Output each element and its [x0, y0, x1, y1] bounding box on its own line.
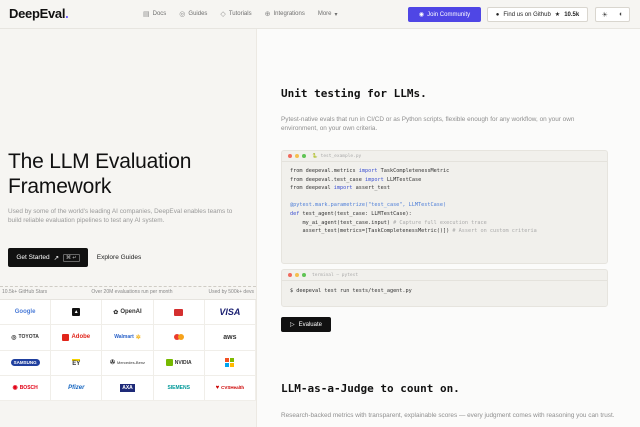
logo-google: Google — [0, 300, 52, 326]
logo-cvs: ♥ CVSHealth — [204, 375, 256, 401]
play-icon: ▷ — [290, 322, 295, 328]
logo-adobe: Adobe — [51, 325, 103, 351]
bosch-icon: ◉ — [12, 385, 18, 392]
star-icon: ★ — [554, 12, 561, 18]
nav-link-docs[interactable]: ▤ Docs — [143, 10, 166, 18]
code-editor: 🐍 test_example.py from deepeval.metrics … — [281, 150, 608, 264]
code-line: assert_test(metrics=[TaskCompletenessMet… — [290, 228, 537, 235]
features-panel: Unit testing for LLMs. Pytest-native eva… — [256, 29, 640, 427]
brand-logo[interactable]: DeepEval. — [9, 6, 69, 21]
logo-ey: EY — [51, 350, 103, 376]
heart-icon: ♥ — [215, 384, 220, 391]
logo-bosch: ◉ BOSCH — [0, 375, 52, 401]
top-navbar: DeepEval. ▤ Docs ◎ Guides ◇ Tutorials ⊕ Inte… — [0, 0, 640, 29]
logo-red-brand — [153, 300, 205, 326]
logo-walmart: Walmart ✲ — [102, 325, 154, 351]
mercedes-icon: ✇ — [109, 360, 115, 367]
toyota-icon: ◎ — [11, 334, 17, 341]
code-line: from deepeval import assert_test — [290, 185, 390, 192]
logo-nvidia: NVIDIA — [153, 350, 205, 376]
code-line: my_ai_agent(test_case.input) # Capture f… — [290, 219, 487, 226]
discord-icon: ◉ — [418, 12, 425, 18]
customer-logos-grid: Google ▲ ✿ OpenAI VISA ◎ TOYOTA Adobe Walm… — [0, 299, 256, 401]
code-line: from deepeval.metrics import TaskComplet… — [290, 168, 450, 174]
github-icon: ● — [495, 11, 500, 18]
nav-link-guides[interactable]: ◎ Guides — [179, 10, 207, 18]
graduation-icon: ◇ — [220, 11, 226, 18]
logo-openai: ✿ OpenAI — [102, 300, 154, 326]
logo-aws: aws — [204, 325, 256, 351]
python-file-icon: 🐍 — [312, 153, 318, 159]
terminal-titlebar: terminal — pytest — [282, 270, 607, 281]
editor-filename: test_example.py — [320, 153, 362, 159]
openai-icon: ✿ — [113, 309, 119, 316]
code-line: from deepeval.test_case import LLMTestCa… — [290, 176, 422, 183]
evaluate-button[interactable]: ▷ Evaluate — [281, 317, 331, 332]
github-button[interactable]: ● Find us on Github ★ 10.5k — [487, 7, 588, 22]
logo-vercel: ▲ — [51, 300, 103, 326]
stat-evaluations: Over 20M evaluations run per month — [91, 289, 173, 295]
theme-toggle[interactable]: ☀ ◐ — [595, 7, 630, 22]
logo-visa: VISA — [204, 300, 256, 326]
nav-links: ▤ Docs ◎ Guides ◇ Tutorials ⊕ Integrations M… — [143, 10, 338, 18]
document-icon: ▤ — [143, 11, 150, 18]
logo-samsung: SAMSUNG — [0, 350, 52, 376]
code-content: from deepeval.metrics import TaskComplet… — [282, 162, 607, 241]
logo-mastercard — [153, 325, 205, 351]
logo-axa: AXA — [102, 375, 154, 401]
nav-link-integrations[interactable]: ⊕ Integrations — [265, 10, 305, 18]
terminal-command: $ deepeval test run tests/test_agent.py — [290, 288, 412, 294]
judge-subtitle: Research-backed metrics with transparent… — [281, 412, 615, 419]
hero-title: The LLM Evaluation Framework — [8, 150, 192, 198]
terminal: terminal — pytest $ deepeval test run te… — [281, 269, 608, 307]
stat-devs: Used by 500k+ devs — [208, 289, 254, 295]
stat-stars: 10.5k+ GitHub Stars — [2, 289, 48, 295]
logo-mercedes: ✇ Mercedes-Benz — [102, 350, 154, 376]
logo-pfizer: Pfizer — [51, 375, 103, 401]
join-community-button[interactable]: ◉ Join Community — [408, 7, 481, 22]
editor-titlebar: 🐍 test_example.py — [282, 151, 607, 162]
arrow-up-right-icon: ↗ — [53, 254, 60, 262]
chevron-down-icon: ▾ — [334, 11, 338, 18]
moon-icon[interactable]: ◐ — [619, 11, 623, 18]
unit-testing-title: Unit testing for LLMs. — [281, 87, 427, 100]
hero-subtitle: Used by some of the world's leading AI c… — [8, 208, 233, 224]
get-started-button[interactable]: Get Started ↗ ⌘ ↵ — [8, 248, 88, 267]
logo-microsoft — [204, 350, 256, 376]
logo-toyota: ◎ TOYOTA — [0, 325, 52, 351]
judge-title: LLM-as-a-Judge to count on. — [281, 382, 460, 395]
nav-link-tutorials[interactable]: ◇ Tutorials — [220, 10, 251, 18]
hero-section: The LLM Evaluation Framework Used by som… — [0, 29, 256, 427]
sun-icon[interactable]: ☀ — [602, 11, 608, 19]
code-line: @pytest.mark.parametrize("test_case", LL… — [290, 202, 447, 209]
plug-icon: ⊕ — [264, 11, 271, 18]
book-icon: ◎ — [179, 11, 186, 18]
unit-testing-subtitle: Pytest-native evals that run in CI/CD or… — [281, 116, 575, 132]
explore-guides-button[interactable]: Explore Guides — [92, 248, 146, 267]
nav-link-more[interactable]: More ▾ — [318, 10, 338, 18]
logo-siemens: SIEMENS — [153, 375, 205, 401]
keyboard-shortcut: ⌘ ↵ — [63, 253, 80, 262]
code-line: def test_agent(test_case: LLMTestCase): — [290, 210, 412, 217]
stats-bar: 10.5k+ GitHub Stars Over 20M evaluations… — [0, 286, 256, 298]
